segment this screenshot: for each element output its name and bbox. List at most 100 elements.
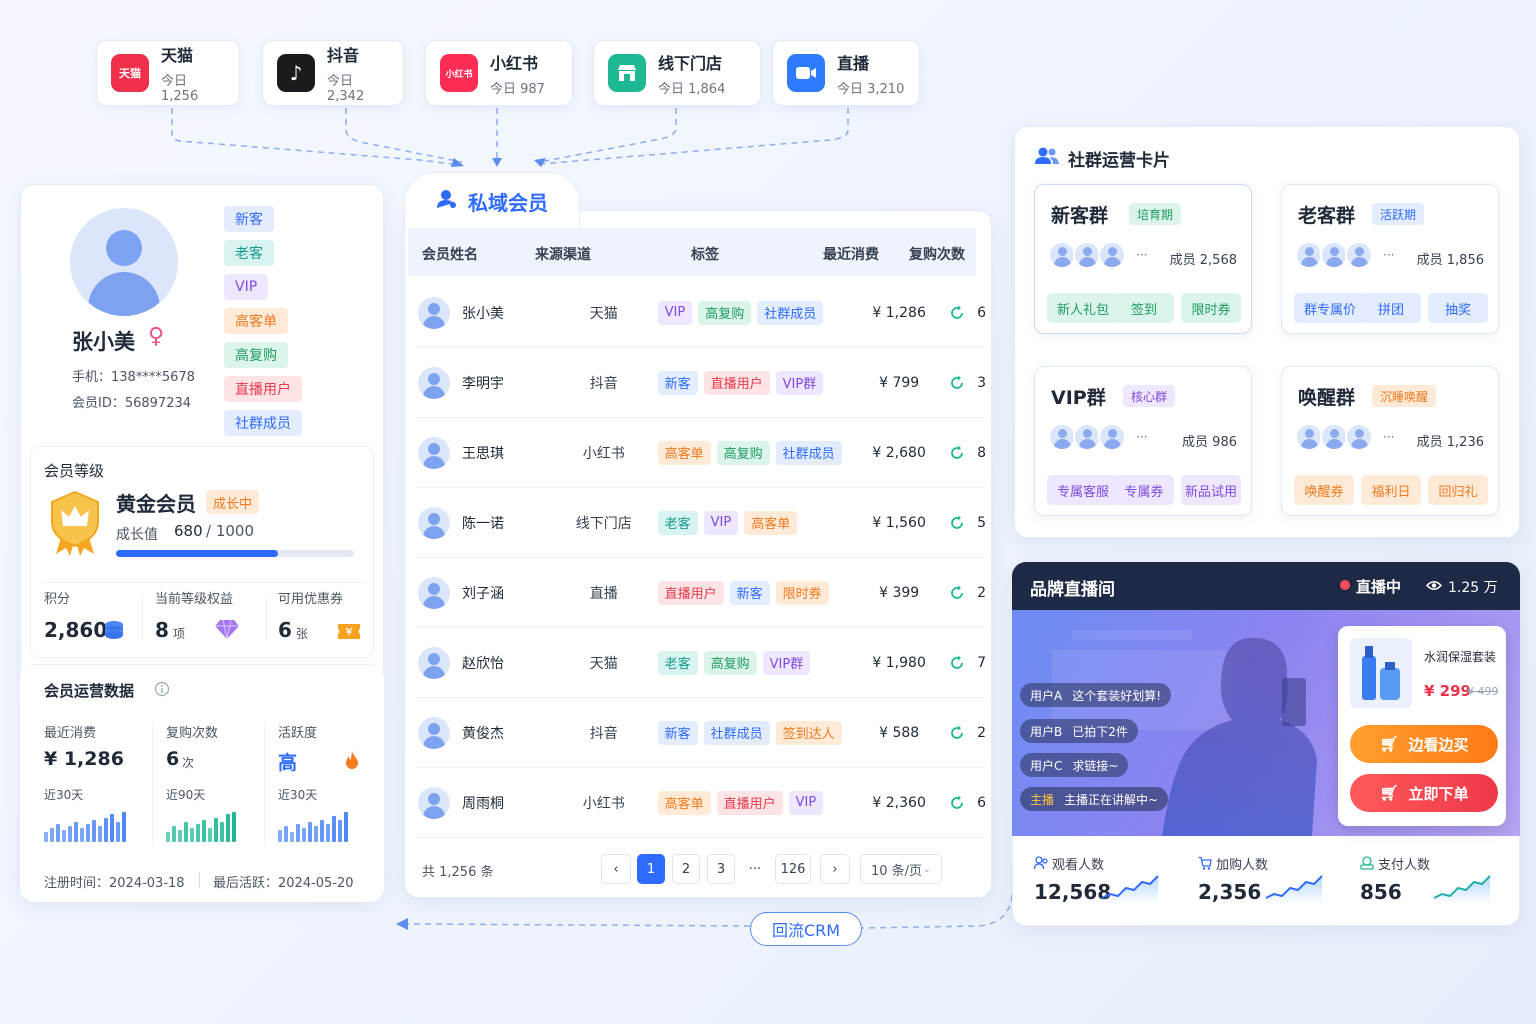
ops-repurchase-unit: 次 (182, 756, 195, 770)
table-row[interactable]: 张小美 天猫 VIP 高复购 社群成员 ¥ 1,286 6 (416, 278, 986, 348)
group-action-button[interactable]: 福利日 (1361, 475, 1421, 505)
member-tag[interactable]: 签到达人 (775, 720, 842, 745)
member-tag[interactable]: VIP (788, 790, 824, 815)
member-tag[interactable]: 新客 (729, 580, 770, 605)
mini-bar (344, 812, 348, 842)
page-button-1[interactable]: 1 (637, 854, 665, 884)
channel-card-0[interactable]: 天猫 天猫 今日 1,256 (96, 40, 240, 106)
profile-tag[interactable]: 高客单 (224, 308, 288, 334)
member-avatar (1048, 241, 1076, 269)
member-channel: 线下门店 (575, 515, 632, 532)
group-action-button[interactable]: 专属券 (1114, 475, 1174, 505)
group-member-avatars: ··· (1295, 241, 1394, 269)
group-action-button[interactable]: 群专属价 (1294, 293, 1366, 323)
chat-text: 已拍下2件 (1072, 724, 1128, 739)
info-icon[interactable] (154, 681, 170, 697)
member-tag[interactable]: VIP (703, 510, 739, 535)
profile-tag[interactable]: 直播用户 (224, 376, 302, 402)
member-recent-spend: ¥ 588 (879, 724, 920, 741)
group-card-0[interactable]: 新客群 培育期 ··· 成员 2,568 新人礼包 签到 限时券 (1034, 184, 1252, 334)
channel-card-3[interactable]: 线下门店 今日 1,864 (593, 40, 761, 106)
channel-card-4[interactable]: 直播 今日 3,210 (772, 40, 920, 106)
table-row[interactable]: 陈一诺 线下门店 老客 VIP 高客单 ¥ 1,560 5 (416, 488, 986, 558)
member-tag[interactable]: 高客单 (657, 790, 711, 815)
table-row[interactable]: 刘子涵 直播 直播用户 新客 限时券 ¥ 399 2 (416, 558, 986, 628)
table-row[interactable]: 王思琪 小红书 高客单 高复购 社群成员 ¥ 2,680 8 (416, 418, 986, 488)
member-tag[interactable]: 高客单 (657, 440, 711, 465)
member-tag[interactable]: 高复购 (703, 650, 757, 675)
order-now-button[interactable]: 🛒︎ 立即下单 (1350, 774, 1498, 812)
member-tag[interactable]: VIP (657, 300, 693, 325)
table-row[interactable]: 周雨桐 小红书 高客单 直播用户 VIP ¥ 2,360 6 (416, 768, 986, 838)
group-name: VIP群 (1051, 387, 1106, 409)
member-tag[interactable]: 社群成员 (703, 720, 770, 745)
header-tags: 标签 (691, 247, 719, 263)
channel-text: 抖音 今日 2,342 (327, 42, 389, 104)
payment-icon (1360, 856, 1374, 870)
member-avatar (418, 786, 450, 819)
member-tag[interactable]: VIP群 (775, 370, 824, 395)
member-tag[interactable]: 高复购 (716, 440, 770, 465)
group-action-button[interactable]: 专属客服 (1047, 475, 1119, 505)
member-tag[interactable]: 直播用户 (703, 370, 770, 395)
group-action-button[interactable]: 拼团 (1361, 293, 1421, 323)
group-card-1[interactable]: 老客群 活跃期 ··· 成员 1,856 群专属价 拼团 抽奖 (1281, 184, 1499, 334)
page-button-2[interactable]: 2 (672, 854, 700, 884)
group-action-button[interactable]: 回归礼 (1428, 475, 1488, 505)
live-chat-message: 用户B 已拍下2件 (1020, 719, 1138, 743)
group-action-button[interactable]: 抽奖 (1428, 293, 1488, 323)
prev-page-button[interactable]: ‹ (601, 854, 631, 884)
member-repurchase: 8 (949, 445, 986, 461)
page-button-3[interactable]: 3 (707, 854, 735, 884)
table-row[interactable]: 黄俊杰 抖音 新客 社群成员 签到达人 ¥ 588 2 (416, 698, 986, 768)
table-row[interactable]: 赵欣怡 天猫 老客 高复购 VIP群 ¥ 1,980 7 (416, 628, 986, 698)
page-size-select[interactable]: 10 条/页 ⌄ (860, 854, 942, 884)
profile-tag[interactable]: VIP (224, 274, 269, 300)
group-action-button[interactable]: 新品试用 (1181, 475, 1241, 505)
member-tag[interactable]: 新客 (657, 370, 698, 395)
group-card-2[interactable]: VIP群 核心群 ··· 成员 986 专属客服 专属券 新品试用 (1034, 366, 1252, 516)
group-card-3[interactable]: 唤醒群 沉睡唤醒 ··· 成员 1,236 唤醒券 福利日 回归礼 (1281, 366, 1499, 516)
member-repurchase: 7 (949, 655, 986, 671)
live-status: 直播中 (1356, 578, 1402, 596)
member-tag[interactable]: 直播用户 (657, 580, 724, 605)
profile-tag[interactable]: 社群成员 (224, 410, 302, 436)
group-stage-badge: 活跃期 (1372, 203, 1425, 225)
member-tag[interactable]: 高复购 (698, 300, 752, 325)
table-row[interactable]: 李明宇 抖音 新客 直播用户 VIP群 ¥ 799 3 (416, 348, 986, 418)
page-button-126[interactable]: 126 (775, 854, 811, 884)
chat-user: 主播 (1030, 792, 1055, 807)
group-action-button[interactable]: 唤醒券 (1294, 475, 1354, 505)
repeat-icon (951, 655, 963, 669)
channel-name: 线下门店 (658, 53, 723, 73)
member-tag[interactable]: 限时券 (775, 580, 829, 605)
header-source-channel: 来源渠道 (535, 247, 591, 263)
member-tags: 高客单 直播用户 VIP (657, 790, 858, 815)
watch-and-buy-button[interactable]: 🛒︎ 边看边买 (1350, 725, 1498, 763)
member-channel: 抖音 (589, 375, 618, 392)
member-name: 张小美 (462, 305, 504, 322)
group-action-button[interactable]: 新人礼包 (1047, 293, 1119, 323)
member-tag[interactable]: 老客 (657, 510, 698, 535)
member-tag[interactable]: 新客 (657, 720, 698, 745)
member-tag[interactable]: 高客单 (744, 510, 798, 535)
profile-tag[interactable]: 高复购 (224, 342, 288, 368)
member-tag[interactable]: 社群成员 (775, 440, 842, 465)
ops-recent-spend-value: ¥ 1,286 (44, 748, 124, 770)
channel-card-2[interactable]: 小红书 小红书 今日 987 (425, 40, 573, 106)
next-page-button[interactable]: › (820, 854, 850, 884)
group-action-button[interactable]: 签到 (1114, 293, 1174, 323)
member-tag[interactable]: 直播用户 (716, 790, 783, 815)
live-stat-label: 支付人数 (1378, 858, 1431, 873)
member-tag[interactable]: VIP群 (762, 650, 811, 675)
group-stage-badge: 沉睡唤醒 (1372, 385, 1437, 407)
member-tag[interactable]: 老客 (657, 650, 698, 675)
group-action-button[interactable]: 限时券 (1181, 293, 1241, 323)
crm-backflow-button[interactable]: 回流CRM (750, 912, 862, 946)
channel-today-count: 今日 1,256 (161, 74, 199, 104)
channel-card-1[interactable]: ♪ 抖音 今日 2,342 (262, 40, 404, 106)
profile-tag[interactable]: 老客 (224, 240, 274, 266)
member-tag[interactable]: 社群成员 (757, 300, 824, 325)
group-member-avatars: ··· (1048, 241, 1147, 269)
profile-tag[interactable]: 新客 (224, 206, 274, 232)
